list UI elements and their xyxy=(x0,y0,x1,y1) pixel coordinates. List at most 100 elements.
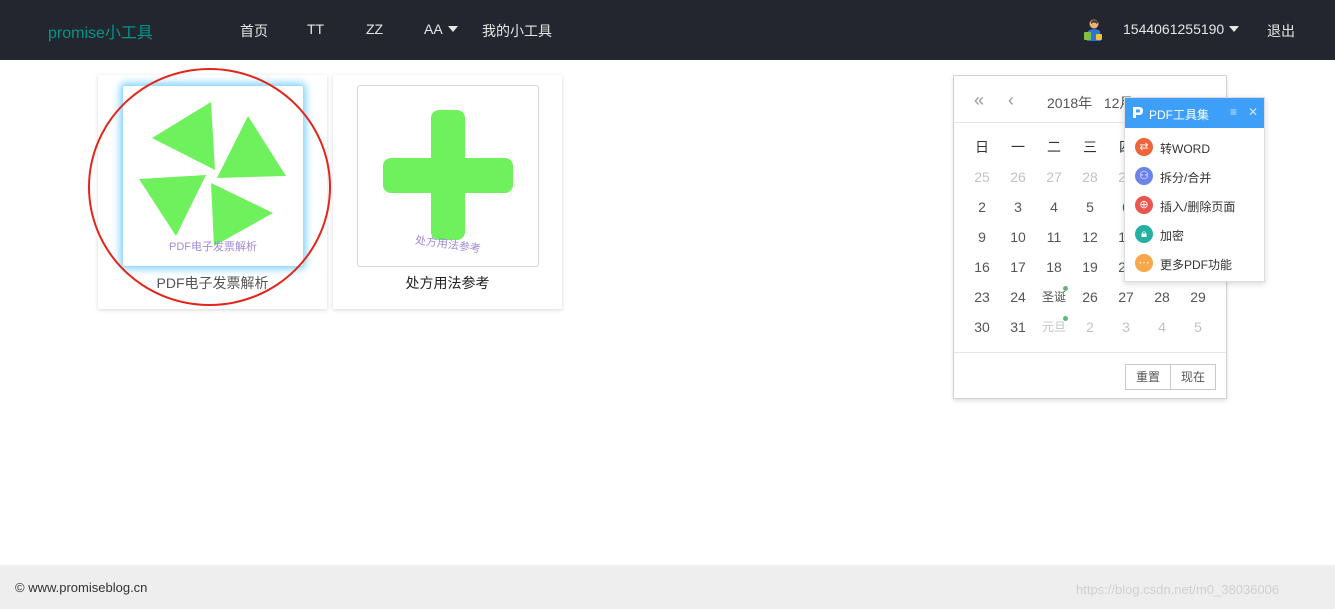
calendar-day-label: 3 xyxy=(1122,319,1130,335)
logout-link[interactable]: 退出 xyxy=(1267,21,1295,41)
calendar-day[interactable]: 19 xyxy=(1072,252,1108,282)
tool-card-title[interactable]: 处方用法参考 xyxy=(333,273,562,293)
calendar-day[interactable]: 10 xyxy=(1000,222,1036,252)
calendar-day-label: 4 xyxy=(1050,199,1058,215)
tool-card-image-caption: PDF电子发票解析 xyxy=(169,241,257,253)
calendar-day[interactable]: 圣诞 xyxy=(1036,282,1072,312)
calendar-day-label: 25 xyxy=(974,169,990,185)
tool-card-image[interactable]: PDF电子发票解析 xyxy=(122,85,304,267)
now-button[interactable]: 现在 xyxy=(1170,364,1217,390)
weekday-header: 三 xyxy=(1083,139,1097,155)
user-menu[interactable]: 1544061255190 xyxy=(1123,21,1240,37)
calendar-day[interactable]: 24 xyxy=(1000,282,1036,312)
brand-logo[interactable]: promise小工具 xyxy=(48,19,153,43)
calendar-day[interactable]: 5 xyxy=(1180,312,1216,342)
weekday-header: 一 xyxy=(1011,139,1025,155)
tool-card-image[interactable]: 处方用法参考 xyxy=(357,85,539,267)
calendar-day[interactable]: 元旦 xyxy=(1036,312,1072,342)
reset-button[interactable]: 重置 xyxy=(1125,364,1172,390)
calendar-day[interactable]: 27 xyxy=(1036,162,1072,192)
calendar-day-label: 2 xyxy=(1086,319,1094,335)
tool-card-pdf-invoice[interactable]: PDF电子发票解析 PDF电子发票解析 xyxy=(98,75,327,309)
calendar-day-label: 31 xyxy=(1010,319,1026,335)
calendar-day[interactable]: 4 xyxy=(1036,192,1072,222)
calendar-day[interactable]: 18 xyxy=(1036,252,1072,282)
nav-my-tools[interactable]: 我的小工具 xyxy=(482,21,552,41)
nav-aa-label: AA xyxy=(424,21,443,37)
weekday-header: 二 xyxy=(1047,139,1061,155)
calendar-day-label: 圣诞 xyxy=(1041,290,1066,304)
calendar-day[interactable]: 26 xyxy=(1000,162,1036,192)
calendar-day[interactable]: 25 xyxy=(964,162,1000,192)
weekday-header: 日 xyxy=(975,139,989,155)
nav-home[interactable]: 首页 xyxy=(240,21,268,41)
calendar-day-label: 27 xyxy=(1118,289,1134,305)
pdf-tool-item[interactable]: ⋯ 更多PDF功能 xyxy=(1133,253,1259,275)
calendar-day[interactable]: 29 xyxy=(1180,282,1216,312)
menu-icon[interactable]: ≡ xyxy=(1230,105,1237,119)
tool-card-prescription[interactable]: 处方用法参考 处方用法参考 xyxy=(333,75,562,309)
date-picker-footer: 重置 现在 xyxy=(954,352,1226,398)
nav-aa-dropdown[interactable]: AA xyxy=(424,21,458,37)
calendar-day[interactable]: 26 xyxy=(1072,282,1108,312)
calendar-day[interactable]: 31 xyxy=(1000,312,1036,342)
calendar-day-label: 2 xyxy=(978,199,986,215)
pdf-tool-label: 更多PDF功能 xyxy=(1160,258,1233,272)
calendar-day-label: 3 xyxy=(1014,199,1022,215)
calendar-day-label: 27 xyxy=(1046,169,1062,185)
split-merge-icon: ⚇ xyxy=(1135,167,1153,185)
pdf-tools-header: PDF工具集 ≡ ✕ xyxy=(1125,98,1264,128)
calendar-day-label: 元旦 xyxy=(1041,320,1066,334)
user-avatar-icon[interactable] xyxy=(1081,18,1105,42)
calendar-day[interactable]: 3 xyxy=(1000,192,1036,222)
pdf-tool-item[interactable]: ⇄ 转WORD xyxy=(1133,137,1259,159)
calendar-day[interactable]: 28 xyxy=(1072,162,1108,192)
calendar-day[interactable]: 28 xyxy=(1144,282,1180,312)
prev-year-icon[interactable]: « xyxy=(974,90,984,111)
year-month-label[interactable]: 2018年 12月 xyxy=(1047,93,1133,113)
calendar-day-label: 12 xyxy=(1082,229,1098,245)
calendar-day[interactable]: 12 xyxy=(1072,222,1108,252)
calendar-day-label: 11 xyxy=(1046,229,1062,245)
calendar-day-label: 28 xyxy=(1154,289,1170,305)
calendar-day[interactable]: 27 xyxy=(1108,282,1144,312)
calendar-day[interactable]: 11 xyxy=(1036,222,1072,252)
nav-zz[interactable]: ZZ xyxy=(366,21,383,37)
pdf-tool-item[interactable]: 🔒︎ 加密 xyxy=(1133,224,1259,246)
calendar-day[interactable]: 23 xyxy=(964,282,1000,312)
calendar-day[interactable]: 2 xyxy=(1072,312,1108,342)
calendar-day-label: 17 xyxy=(1010,259,1026,275)
calendar-day-label: 24 xyxy=(1010,289,1026,305)
lock-icon: 🔒︎ xyxy=(1135,225,1153,243)
calendar-day-label: 30 xyxy=(974,319,990,335)
festival-dot-icon xyxy=(1063,316,1068,321)
close-icon[interactable]: ✕ xyxy=(1248,105,1258,119)
calendar-day-label: 5 xyxy=(1086,199,1094,215)
prev-month-icon[interactable]: ‹ xyxy=(1008,90,1014,111)
pdf-tool-label: 转WORD xyxy=(1160,142,1210,156)
festival-dot-icon xyxy=(1063,286,1068,291)
tool-card-title[interactable]: PDF电子发票解析 xyxy=(98,273,327,293)
pdf-tools-title: PDF工具集 xyxy=(1149,108,1210,122)
calendar-day-label: 9 xyxy=(978,229,986,245)
calendar-day[interactable]: 17 xyxy=(1000,252,1036,282)
pdf-tools-popup: PDF工具集 ≡ ✕ ⇄ 转WORD ⚇ 拆分/合并 ⊕ 插入/删除页面 🔒︎ 加密 ⋯ 更多PD… xyxy=(1124,97,1265,282)
calendar-day[interactable]: 2 xyxy=(964,192,1000,222)
pdf-tool-label: 加密 xyxy=(1160,229,1185,243)
year-label[interactable]: 2018年 xyxy=(1047,95,1092,111)
page-footer: © www.promiseblog.cn https://blog.csdn.n… xyxy=(0,565,1335,609)
calendar-day[interactable]: 4 xyxy=(1144,312,1180,342)
calendar-day[interactable]: 30 xyxy=(964,312,1000,342)
calendar-day-label: 5 xyxy=(1194,319,1202,335)
pdf-logo-icon xyxy=(1133,107,1143,118)
calendar-day[interactable]: 5 xyxy=(1072,192,1108,222)
calendar-day-label: 4 xyxy=(1158,319,1166,335)
pdf-tool-label: 拆分/合并 xyxy=(1160,171,1212,185)
copyright-text: © www.promiseblog.cn xyxy=(15,580,148,595)
calendar-day[interactable]: 16 xyxy=(964,252,1000,282)
nav-tt[interactable]: TT xyxy=(307,21,324,37)
calendar-day[interactable]: 3 xyxy=(1108,312,1144,342)
pdf-tool-item[interactable]: ⊕ 插入/删除页面 xyxy=(1133,195,1259,217)
pdf-tool-item[interactable]: ⚇ 拆分/合并 xyxy=(1133,166,1259,188)
calendar-day[interactable]: 9 xyxy=(964,222,1000,252)
